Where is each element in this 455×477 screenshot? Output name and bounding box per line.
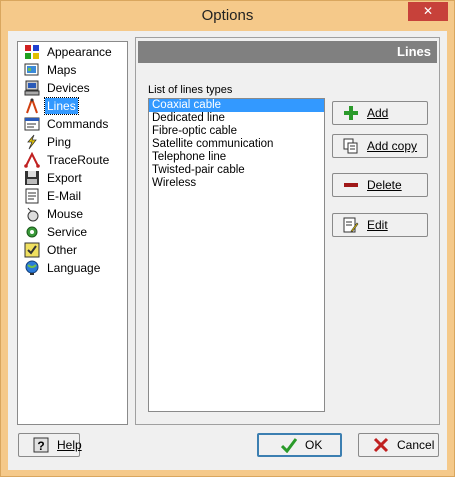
ok-button-label: OK: [305, 438, 323, 452]
dialog-body: Appearance Maps Devices Lines Commands P…: [8, 31, 447, 470]
help-button-label: Help: [57, 438, 82, 452]
cancel-button-label: Cancel: [397, 438, 435, 452]
nav-item-lines[interactable]: Lines: [20, 97, 126, 115]
checkmark-icon: [281, 438, 297, 453]
lines-icon: [26, 98, 38, 114]
devices-icon: [24, 80, 40, 96]
title-bar: Options ✕: [1, 1, 454, 31]
traceroute-icon: [24, 152, 40, 168]
nav-item-label: Mouse: [47, 207, 84, 221]
nav-item-label: Maps: [47, 63, 77, 77]
minus-icon: [344, 183, 358, 187]
nav-item-export[interactable]: Export: [20, 169, 126, 187]
nav-item-label: Commands: [47, 117, 109, 131]
nav-item-appearance[interactable]: Appearance: [20, 43, 126, 61]
delete-button[interactable]: Delete: [332, 173, 428, 197]
nav-item-commands[interactable]: Commands: [20, 115, 126, 133]
delete-button-label: Delete: [367, 178, 402, 192]
email-icon: [25, 188, 39, 204]
nav-item-service[interactable]: Service: [20, 223, 126, 241]
edit-button[interactable]: Edit: [332, 213, 428, 237]
help-icon: ?: [33, 437, 49, 453]
ping-icon: [27, 134, 37, 150]
list-item[interactable]: Telephone line: [149, 151, 324, 164]
panel-header: Lines: [138, 41, 437, 63]
ok-button[interactable]: OK: [257, 433, 342, 457]
options-nav: Appearance Maps Devices Lines Commands P…: [17, 41, 128, 425]
nav-item-label: Devices: [47, 81, 90, 95]
nav-item-language[interactable]: Language: [20, 259, 126, 277]
nav-item-mouse[interactable]: Mouse: [20, 205, 126, 223]
close-button[interactable]: ✕: [408, 2, 448, 21]
lines-listbox[interactable]: Coaxial cable Dedicated line Fibre-optic…: [148, 98, 325, 412]
list-item[interactable]: Dedicated line: [149, 112, 324, 125]
window-title: Options: [201, 7, 254, 24]
cancel-button[interactable]: Cancel: [358, 433, 439, 457]
edit-button-label: Edit: [367, 218, 388, 232]
nav-item-label: Export: [47, 171, 82, 185]
mouse-icon: [27, 207, 39, 222]
nav-item-label: E-Mail: [47, 189, 82, 203]
nav-item-other[interactable]: Other: [20, 241, 126, 259]
nav-item-label: Appearance: [47, 45, 112, 59]
list-item[interactable]: Wireless: [149, 177, 324, 190]
other-icon: [24, 242, 40, 258]
service-icon: [26, 226, 38, 238]
svg-text:?: ?: [37, 439, 44, 453]
nav-item-label: Ping: [47, 135, 72, 149]
nav-item-label: Service: [47, 225, 88, 239]
export-icon: [25, 171, 39, 185]
list-item[interactable]: Coaxial cable: [149, 99, 324, 112]
language-icon: [25, 260, 39, 275]
commands-icon: [24, 117, 40, 131]
appearance-icon: [25, 45, 39, 59]
nav-item-devices[interactable]: Devices: [20, 79, 126, 97]
help-button[interactable]: ? Help: [18, 433, 82, 457]
add-copy-button[interactable]: Add copy: [332, 134, 428, 158]
list-item[interactable]: Satellite communication: [149, 138, 324, 151]
nav-item-email[interactable]: E-Mail: [20, 187, 126, 205]
nav-item-traceroute[interactable]: TraceRoute: [20, 151, 126, 169]
maps-icon: [24, 63, 39, 76]
nav-item-label: TraceRoute: [47, 153, 110, 167]
nav-item-maps[interactable]: Maps: [20, 61, 126, 79]
nav-item-label: Language: [47, 261, 101, 275]
nav-item-ping[interactable]: Ping: [20, 133, 126, 151]
nav-item-label: Lines: [44, 97, 79, 115]
cancel-x-icon: [373, 437, 389, 453]
add-button-label: Add: [367, 106, 389, 120]
copy-icon: [343, 138, 358, 154]
list-item[interactable]: Twisted-pair cable: [149, 164, 324, 177]
add-copy-button-label: Add copy: [367, 139, 418, 153]
nav-item-label: Other: [47, 243, 78, 257]
plus-icon: [344, 106, 358, 120]
list-label: List of lines types: [148, 84, 233, 96]
list-item[interactable]: Fibre-optic cable: [149, 125, 324, 138]
lines-panel: Lines List of lines types Coaxial cable …: [135, 37, 440, 425]
options-window: Options ✕ Appearance Maps Devices Lines …: [0, 0, 455, 477]
edit-icon: [343, 217, 359, 233]
add-button[interactable]: Add: [332, 101, 428, 125]
